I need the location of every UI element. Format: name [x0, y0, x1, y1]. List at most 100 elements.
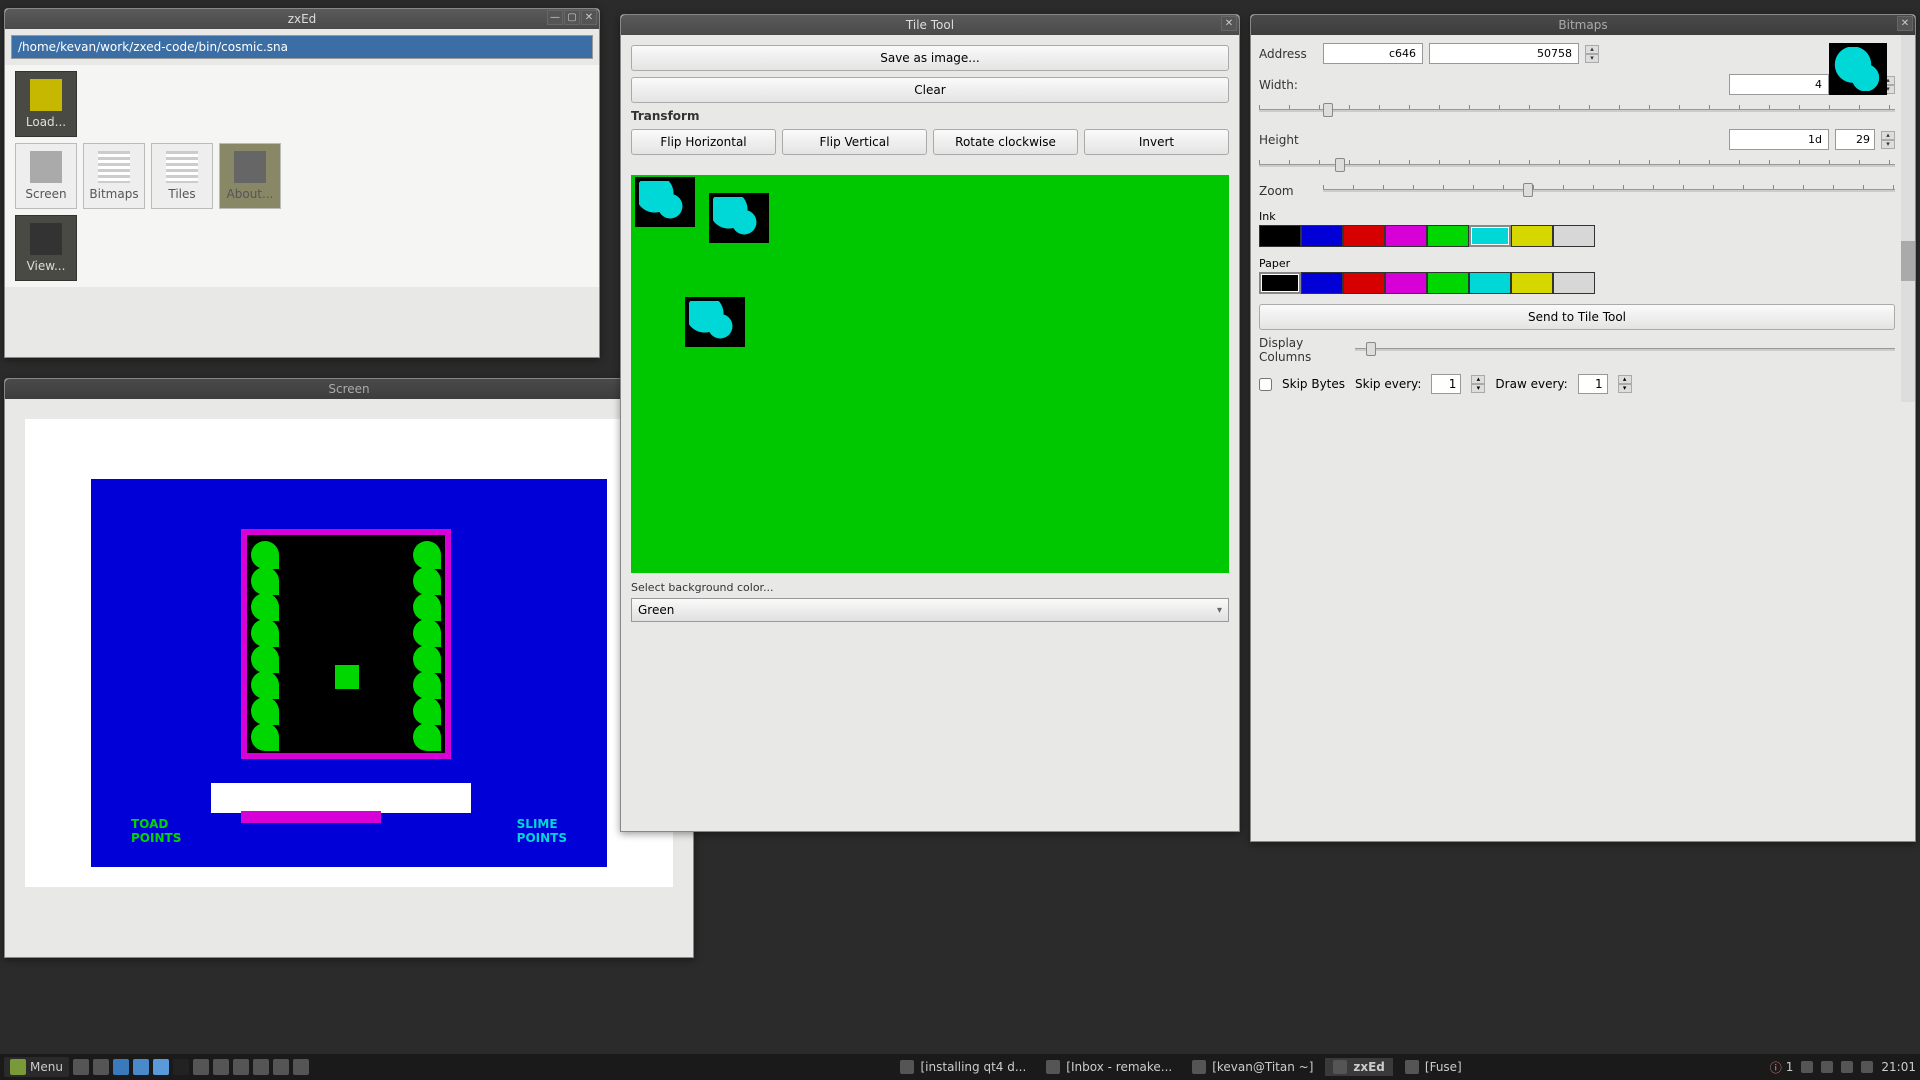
leaf-sprite: [413, 567, 441, 595]
globe-icon[interactable]: [133, 1059, 149, 1075]
media-icon[interactable]: [273, 1059, 289, 1075]
tray-icon[interactable]: [1801, 1061, 1813, 1073]
window-screen: Screen TOAD POINTS SLIME POINTS: [4, 378, 694, 958]
skip-every-input[interactable]: [1431, 374, 1461, 394]
address-dec-input[interactable]: [1429, 43, 1579, 64]
ink-swatch[interactable]: [1301, 225, 1343, 247]
ink-swatch[interactable]: [1343, 225, 1385, 247]
file-path-input[interactable]: [11, 35, 593, 59]
monitor-icon[interactable]: [193, 1059, 209, 1075]
battery-icon[interactable]: [1841, 1061, 1853, 1073]
skip-bytes-checkbox[interactable]: [1259, 378, 1272, 391]
tile-canvas[interactable]: [631, 175, 1229, 573]
flip-vertical-button[interactable]: Flip Vertical: [782, 129, 927, 155]
paper-swatch[interactable]: [1511, 272, 1553, 294]
width-hex-input[interactable]: [1729, 74, 1829, 95]
clear-button[interactable]: Clear: [631, 77, 1229, 103]
close-icon[interactable]: ✕: [1897, 16, 1913, 31]
titlebar-zxed[interactable]: zxEd — ▢ ✕: [5, 9, 599, 29]
height-slider[interactable]: [1259, 160, 1895, 172]
eye-icon[interactable]: [293, 1059, 309, 1075]
paper-swatch[interactable]: [1553, 272, 1595, 294]
network-icon[interactable]: [1821, 1061, 1833, 1073]
taskbar-task[interactable]: [Fuse]: [1397, 1058, 1470, 1076]
ink-swatch[interactable]: [1553, 225, 1595, 247]
titlebar-tiletool[interactable]: Tile Tool ✕: [621, 15, 1239, 35]
app-icon[interactable]: [213, 1059, 229, 1075]
flip-horizontal-button[interactable]: Flip Horizontal: [631, 129, 776, 155]
folder-icon[interactable]: [93, 1059, 109, 1075]
paper-swatch[interactable]: [1259, 272, 1301, 294]
paper-swatch[interactable]: [1385, 272, 1427, 294]
volume-icon[interactable]: [1861, 1061, 1873, 1073]
view-button[interactable]: View...: [15, 215, 77, 281]
height-hex-input[interactable]: [1729, 129, 1829, 150]
sprite-preview: [1829, 43, 1887, 95]
address-spinner[interactable]: ▴▾: [1585, 45, 1599, 63]
taskbar-task[interactable]: [installing qt4 d...: [892, 1058, 1034, 1076]
taskbar-task[interactable]: [Inbox - remake...: [1038, 1058, 1180, 1076]
display-columns-slider[interactable]: [1355, 344, 1895, 356]
bg-color-select[interactable]: Green: [631, 598, 1229, 622]
files-icon[interactable]: [73, 1059, 89, 1075]
send-to-tiletool-button[interactable]: Send to Tile Tool: [1259, 304, 1895, 330]
toolbar-row2: Screen Bitmaps Tiles About...: [5, 143, 599, 215]
ink-palette: [1259, 225, 1895, 247]
doc-icon[interactable]: [233, 1059, 249, 1075]
maximize-icon[interactable]: ▢: [564, 10, 580, 25]
tiles-button[interactable]: Tiles: [151, 143, 213, 209]
paper-swatch[interactable]: [1301, 272, 1343, 294]
title-text: Bitmaps: [1558, 18, 1607, 32]
bitmaps-button[interactable]: Bitmaps: [83, 143, 145, 209]
height-spinner[interactable]: ▴▾: [1881, 131, 1895, 149]
sprite-tile[interactable]: [709, 193, 769, 243]
toad-points-label: TOAD POINTS: [131, 817, 181, 845]
address-hex-input[interactable]: [1323, 43, 1423, 64]
rotate-button[interactable]: Rotate clockwise: [933, 129, 1078, 155]
height-dec-input[interactable]: [1835, 129, 1875, 150]
close-icon[interactable]: ✕: [1221, 16, 1237, 31]
ink-swatch[interactable]: [1469, 225, 1511, 247]
titlebar-bitmaps[interactable]: Bitmaps ✕: [1251, 15, 1915, 35]
frog-sprite: [335, 665, 359, 689]
draw-every-spinner[interactable]: ▴▾: [1618, 375, 1632, 393]
paint-icon[interactable]: [253, 1059, 269, 1075]
ink-swatch[interactable]: [1427, 225, 1469, 247]
sprite-tile[interactable]: [685, 297, 745, 347]
ink-swatch[interactable]: [1385, 225, 1427, 247]
titlebar-screen[interactable]: Screen: [5, 379, 693, 399]
skip-every-spinner[interactable]: ▴▾: [1471, 375, 1485, 393]
chat-icon[interactable]: [153, 1059, 169, 1075]
leaf-sprite: [413, 645, 441, 673]
browser-icon[interactable]: [113, 1059, 129, 1075]
start-menu-button[interactable]: Menu: [4, 1057, 69, 1077]
about-button[interactable]: About...: [219, 143, 281, 209]
draw-every-input[interactable]: [1578, 374, 1608, 394]
paper-swatch[interactable]: [1343, 272, 1385, 294]
scrollbar[interactable]: [1901, 35, 1915, 402]
save-image-button[interactable]: Save as image...: [631, 45, 1229, 71]
notification-count[interactable]: ⓘ1: [1770, 1059, 1794, 1076]
scrollbar-thumb[interactable]: [1901, 241, 1915, 281]
zoom-slider[interactable]: [1323, 185, 1895, 197]
spectrum-display[interactable]: TOAD POINTS SLIME POINTS: [91, 479, 607, 867]
height-label: Height: [1259, 133, 1317, 147]
ink-swatch[interactable]: [1259, 225, 1301, 247]
close-icon[interactable]: ✕: [581, 10, 597, 25]
terminal-icon[interactable]: [173, 1059, 189, 1075]
invert-button[interactable]: Invert: [1084, 129, 1229, 155]
paper-swatch[interactable]: [1427, 272, 1469, 294]
leaf-sprite: [251, 671, 279, 699]
load-button[interactable]: Load...: [15, 71, 77, 137]
screen-icon: [30, 151, 62, 183]
width-slider[interactable]: [1259, 105, 1895, 117]
clock[interactable]: 21:01: [1881, 1060, 1916, 1074]
paper-swatch[interactable]: [1469, 272, 1511, 294]
address-label: Address: [1259, 47, 1317, 61]
ink-swatch[interactable]: [1511, 225, 1553, 247]
sprite-tile[interactable]: [635, 177, 695, 227]
minimize-icon[interactable]: —: [547, 10, 563, 25]
taskbar-task[interactable]: [kevan@Titan ~]: [1184, 1058, 1321, 1076]
screen-button[interactable]: Screen: [15, 143, 77, 209]
taskbar-task[interactable]: zxEd: [1325, 1058, 1393, 1076]
